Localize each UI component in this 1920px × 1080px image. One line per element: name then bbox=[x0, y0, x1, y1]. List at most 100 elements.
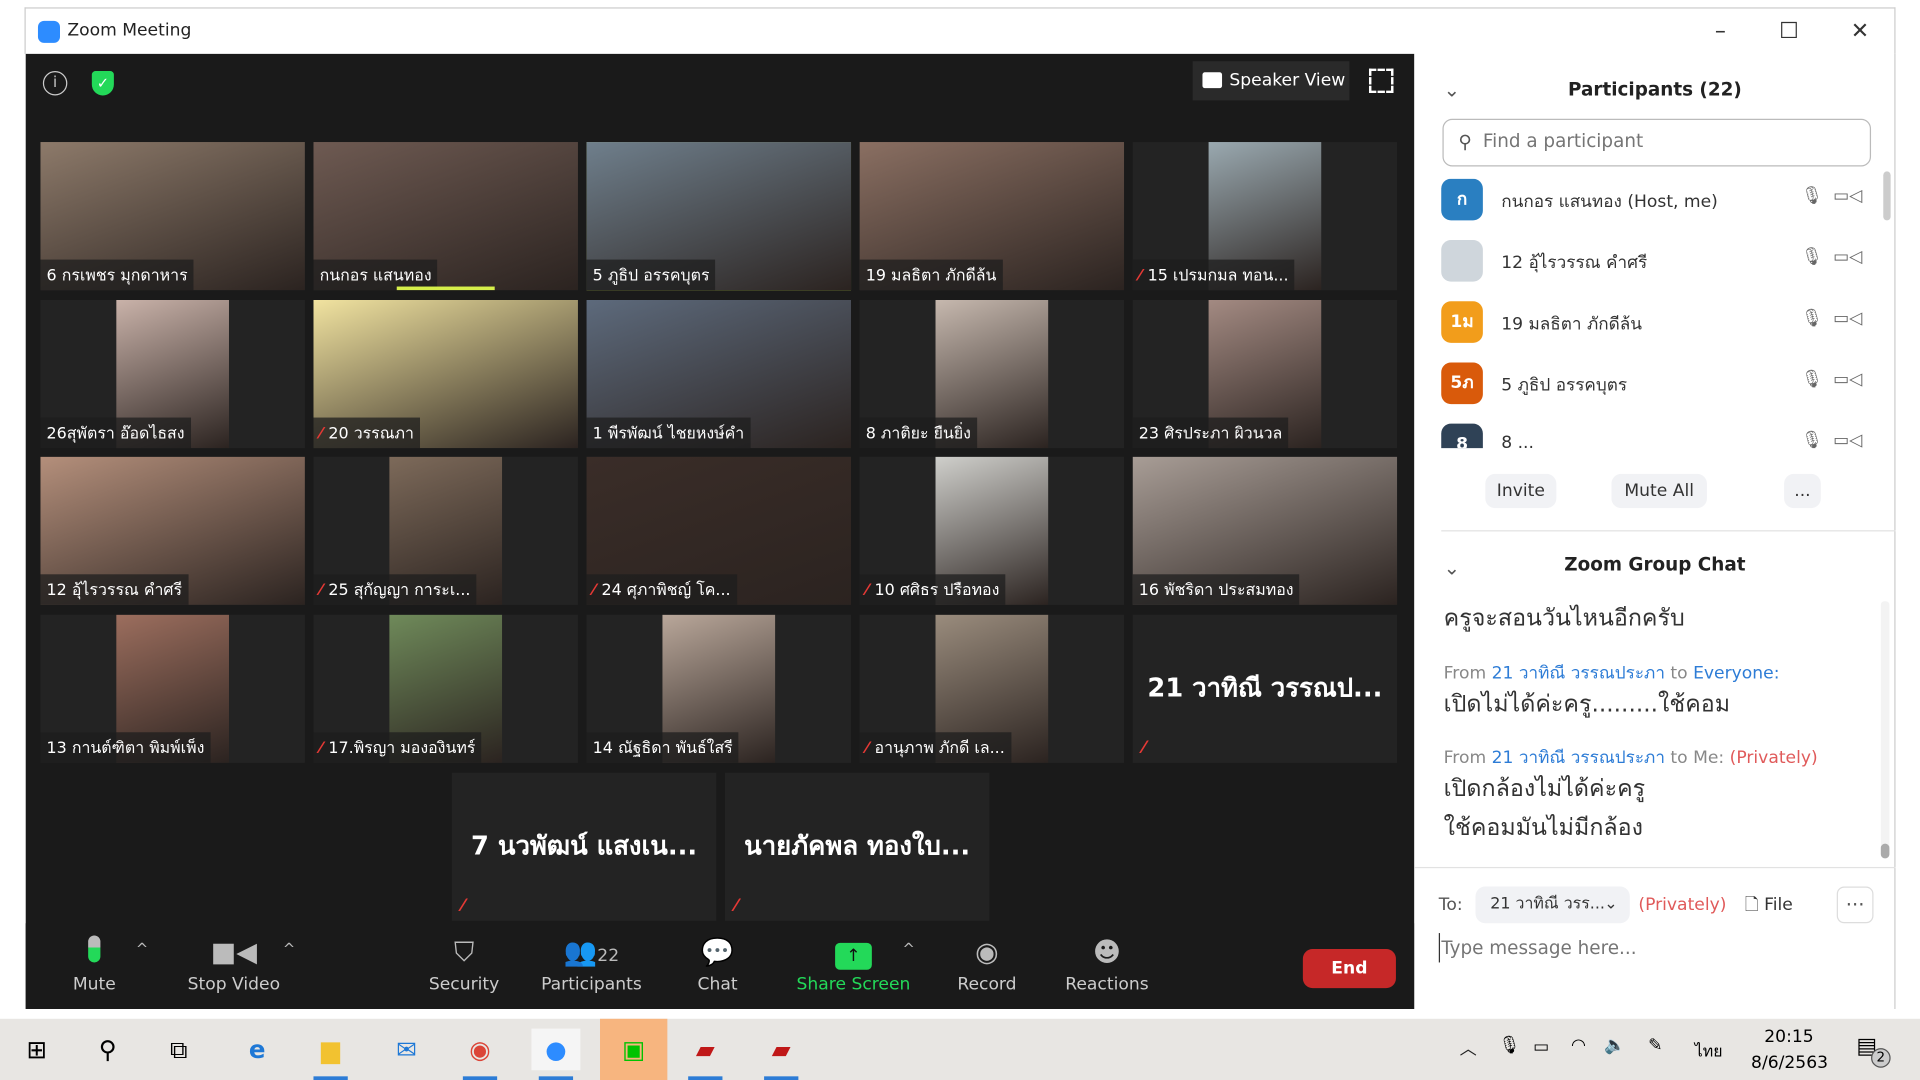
participant-row[interactable]: 1ม 19 มลธิตา ภักดีล้น 🎙 ▭◁ bbox=[1441, 301, 1863, 345]
share-screen-button[interactable]: ↑ Share Screen bbox=[795, 936, 913, 995]
audio-options-caret[interactable]: ^ bbox=[136, 940, 148, 957]
task-view-icon[interactable]: ⧉ bbox=[154, 1029, 203, 1071]
participant-search[interactable]: ⚲ bbox=[1442, 118, 1872, 167]
video-options-caret[interactable]: ^ bbox=[283, 940, 295, 957]
video-tile[interactable]: ⁄ 25 สุกัญญา การะเ... bbox=[313, 456, 578, 605]
share-options-caret[interactable]: ^ bbox=[902, 940, 914, 957]
microphone-icon bbox=[58, 935, 131, 975]
shield-check-icon[interactable]: ✓ bbox=[91, 71, 114, 96]
wifi-icon[interactable]: ◠ bbox=[1571, 1036, 1586, 1056]
sender-link[interactable]: 21 วาทิณี วรรณประภา bbox=[1492, 748, 1665, 768]
video-tile[interactable]: ⁄ 17.พิรญา มององินทร์ bbox=[313, 614, 578, 763]
share-screen-label: Share Screen bbox=[796, 974, 911, 995]
line-app-icon[interactable]: ▣ bbox=[600, 1018, 668, 1080]
video-tile[interactable]: 21 วาทิณี วรรณป... ⁄ bbox=[1132, 614, 1398, 763]
video-camera-icon[interactable]: ▭◁ bbox=[1833, 309, 1862, 329]
video-camera-icon[interactable]: ▭◁ bbox=[1833, 186, 1862, 206]
video-tile[interactable]: 23 ศิรประภา ผิวนวล bbox=[1132, 300, 1398, 449]
chat-scrollbar[interactable] bbox=[1880, 601, 1890, 859]
video-tile[interactable]: ⁄ 20 วรรณภา bbox=[313, 300, 578, 449]
battery-icon[interactable]: ▭ bbox=[1533, 1037, 1549, 1057]
invite-button[interactable]: Invite bbox=[1485, 473, 1557, 509]
participant-name: 8 ... bbox=[1501, 433, 1534, 449]
mail-icon[interactable]: ✉ bbox=[382, 1029, 431, 1071]
record-button[interactable]: ◉ Record bbox=[951, 936, 1022, 994]
end-meeting-button[interactable]: End bbox=[1302, 948, 1396, 989]
security-button[interactable]: ⛉ Security bbox=[425, 936, 503, 994]
video-tile[interactable]: ⁄ อานุภาพ ภักดี เล... bbox=[859, 614, 1125, 763]
video-tile[interactable]: 19 มลธิตา ภักดีล้น bbox=[859, 142, 1125, 291]
microphone-icon[interactable]: 🎙 bbox=[1801, 370, 1823, 390]
participant-row[interactable]: 8 8 ... 🎙 ▭◁ bbox=[1441, 423, 1863, 449]
chat-message-input[interactable] bbox=[1438, 933, 1868, 963]
pen-icon[interactable]: ✎ bbox=[1648, 1036, 1662, 1056]
participant-search-input[interactable] bbox=[1482, 129, 1851, 152]
microphone-icon[interactable]: 🎙 bbox=[1801, 186, 1823, 206]
chevron-down-icon: ⌄ bbox=[1604, 895, 1618, 914]
video-tile[interactable]: 16 พัชริดา ประสมทอง bbox=[1132, 456, 1398, 605]
microphone-icon[interactable]: 🎙 bbox=[1499, 1036, 1521, 1056]
chat-button[interactable]: 💬 Chat bbox=[687, 936, 748, 994]
chat-more-button[interactable]: ··· bbox=[1836, 886, 1874, 924]
reactions-button[interactable]: ☻ Reactions bbox=[1062, 936, 1153, 994]
participants-button[interactable]: 👥22 Participants bbox=[540, 936, 643, 994]
video-tile[interactable]: 26สุพัตรา อ๊อดไธสง bbox=[40, 300, 305, 449]
microphone-icon[interactable]: 🎙 bbox=[1801, 247, 1823, 267]
video-tile[interactable]: 8 ภาติยะ ยืนยิ่ง bbox=[859, 300, 1125, 449]
mute-button[interactable]: Mute bbox=[58, 935, 131, 994]
sender-link[interactable]: 21 วาทิณี วรรณประภา bbox=[1492, 664, 1665, 684]
video-tile[interactable]: 6 กรเพชร มุกดาหาร bbox=[40, 142, 305, 291]
video-tile[interactable]: กนกอร แสนทอง bbox=[313, 142, 578, 291]
video-camera-icon[interactable]: ▭◁ bbox=[1833, 370, 1862, 390]
participant-name: 14 ณัฐธิดา พันธ์ใสรี bbox=[592, 739, 733, 758]
windows-taskbar: ⊞ ⚲ ⧉ e ▆ ✉ ◉ ● ▣ ▰ ▰ ︿ 🎙 ▭ ◠ 🔈 ✎ ไทย 20… bbox=[0, 1018, 1920, 1080]
mute-all-button[interactable]: Mute All bbox=[1611, 473, 1707, 509]
microphone-icon[interactable]: 🎙 bbox=[1801, 431, 1823, 448]
close-button[interactable]: ✕ bbox=[1836, 16, 1885, 48]
edge-browser-icon[interactable]: e bbox=[233, 1029, 282, 1071]
participant-row[interactable]: 5ภ 5 ภูธิป อรรคบุตร 🎙 ▭◁ bbox=[1441, 362, 1863, 406]
windows-start-icon[interactable]: ⊞ bbox=[12, 1029, 61, 1071]
fullscreen-icon[interactable] bbox=[1368, 68, 1394, 94]
notifications-icon[interactable]: ▤ 2 bbox=[1856, 1033, 1891, 1068]
minimize-button[interactable]: – bbox=[1696, 16, 1745, 48]
show-hidden-icons-chevron[interactable]: ︿ bbox=[1460, 1036, 1477, 1060]
search-icon[interactable]: ⚲ bbox=[83, 1029, 132, 1071]
file-explorer-icon[interactable]: ▆ bbox=[306, 1029, 355, 1080]
video-tile[interactable]: ⁄ 15 เปรมกมล ทอน... bbox=[1132, 142, 1398, 291]
microphone-icon[interactable]: 🎙 bbox=[1801, 309, 1823, 329]
chrome-icon[interactable]: ◉ bbox=[456, 1029, 505, 1080]
zoom-app-icon[interactable]: ● bbox=[531, 1028, 581, 1080]
speaker-view-button[interactable]: Speaker View bbox=[1192, 61, 1350, 101]
participant-row[interactable]: 12 อุ้ไรวรรณ คำศรี 🎙 ▭◁ bbox=[1441, 240, 1863, 284]
chat-title: Zoom Group Chat bbox=[1564, 553, 1746, 576]
participant-row[interactable]: ก กนกอร แสนทอง (Host, me) 🎙 ▭◁ bbox=[1441, 178, 1863, 223]
emoji-add-icon: ☻ bbox=[1092, 937, 1121, 969]
acrobat-icon[interactable]: ▰ bbox=[681, 1029, 730, 1080]
stop-video-button[interactable]: ■◀ Stop Video bbox=[182, 936, 285, 994]
maximize-button[interactable]: ☐ bbox=[1765, 16, 1814, 48]
search-icon: ⚲ bbox=[1458, 131, 1472, 154]
clock[interactable]: 20:15 8/6/2563 bbox=[1751, 1025, 1828, 1076]
video-camera-icon[interactable]: ▭◁ bbox=[1833, 247, 1862, 267]
file-button[interactable]: 🗋 File bbox=[1745, 891, 1793, 920]
video-tile[interactable]: 14 ณัฐธิดา พันธ์ใสรี bbox=[586, 614, 852, 763]
video-tile[interactable]: 12 อุ้ไรวรรณ คำศรี bbox=[40, 456, 305, 605]
acrobat-icon[interactable]: ▰ bbox=[757, 1029, 806, 1080]
participants-more-button[interactable]: ... bbox=[1784, 473, 1821, 509]
participant-list-scrollbar[interactable] bbox=[1883, 171, 1891, 221]
video-camera-icon[interactable]: ▭◁ bbox=[1833, 431, 1862, 448]
volume-icon[interactable]: 🔈 bbox=[1604, 1036, 1625, 1056]
info-icon[interactable]: i bbox=[42, 71, 68, 96]
window-titlebar: Zoom Meeting – ☐ ✕ bbox=[24, 7, 1896, 54]
recipient-dropdown[interactable]: 21 วาทิณี วรร... ⌄ bbox=[1475, 886, 1630, 924]
video-tile[interactable]: นายภัคพล ทองใบ... ⁄ bbox=[724, 772, 990, 921]
participant-name: 15 เปรมกมล ทอน... bbox=[1147, 266, 1289, 286]
language-indicator[interactable]: ไทย bbox=[1695, 1038, 1723, 1064]
video-tile[interactable]: 7 นวพัฒน์ แสงเน... ⁄ bbox=[451, 772, 717, 921]
video-tile[interactable]: ⁄ 24 ศุภาพิชญ์ โค... bbox=[586, 456, 852, 605]
video-tile[interactable]: 1 พีรพัฒน์ ไชยหงษ์คำ bbox=[586, 300, 852, 449]
video-tile[interactable]: 13 กานต์ฑิตา พิมพ์เพ็ง bbox=[40, 614, 305, 763]
video-tile[interactable]: ⁄ 10 ศศิธร ปรือทอง bbox=[859, 456, 1125, 605]
video-tile[interactable]: 5 ภูธิป อรรคบุตร bbox=[586, 142, 852, 291]
